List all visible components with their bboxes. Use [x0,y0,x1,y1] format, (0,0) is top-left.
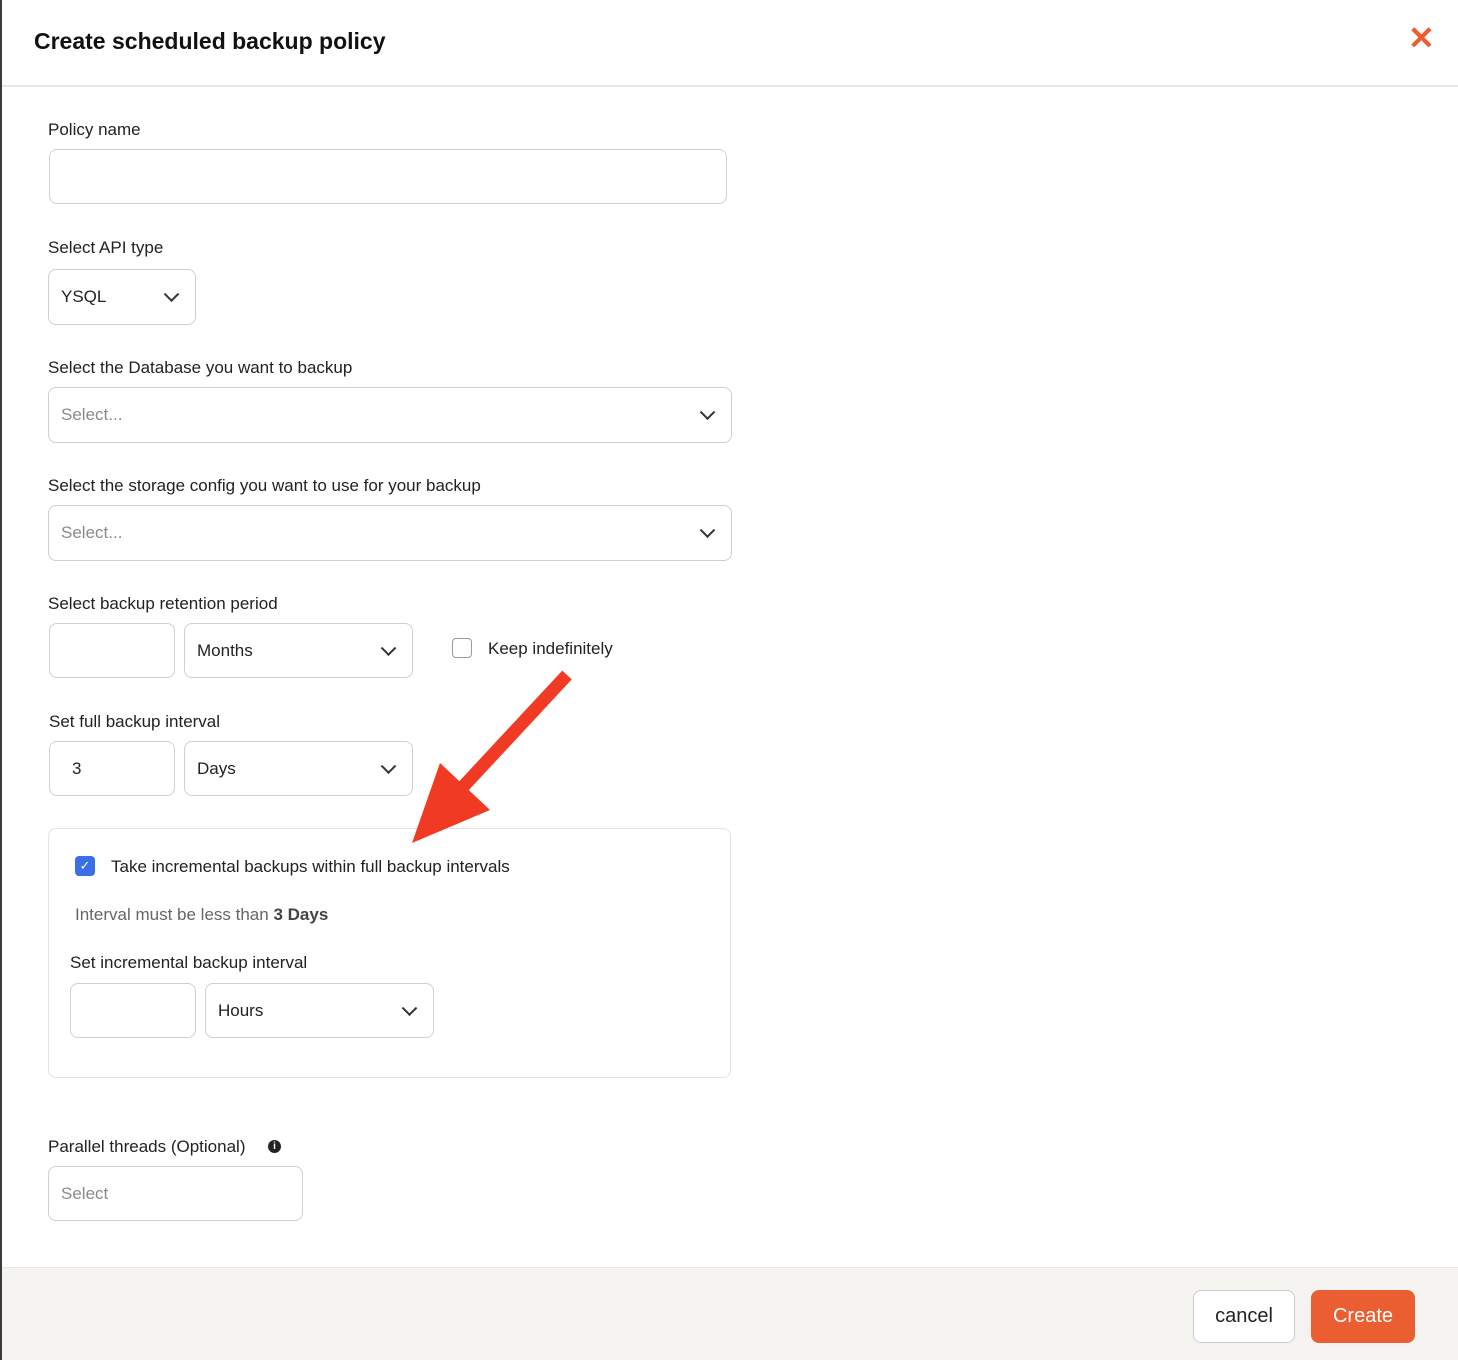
create-button[interactable]: Create [1311,1290,1415,1343]
full-interval-unit-select[interactable]: Days [184,741,413,796]
keep-indefinitely-checkbox[interactable] [452,638,472,658]
check-icon: ✓ [79,858,91,873]
database-label: Select the Database you want to backup [48,358,353,377]
retention-input[interactable] [49,623,175,678]
retention-unit-select[interactable]: Months [184,623,413,678]
keep-indefinitely-label: Keep indefinitely [488,639,613,658]
retention-unit-value: Months [197,640,253,660]
hint-bold: 3 Days [273,905,329,924]
chevron-down-icon [380,757,397,774]
annotation-arrow [412,670,572,843]
full-interval-input[interactable]: 3 [49,741,175,796]
incremental-unit-select[interactable]: Hours [205,983,434,1038]
arrow-shaft [455,670,572,795]
window-edge [0,0,2,1360]
dialog-title: Create scheduled backup policy [34,28,386,54]
chevron-down-icon [401,999,418,1016]
info-icon[interactable]: i [268,1140,281,1153]
storage-label: Select the storage config you want to us… [48,476,481,495]
database-placeholder: Select... [61,405,123,424]
database-select[interactable]: Select... [48,387,732,443]
policy-name-label: Policy name [48,120,141,139]
close-icon[interactable]: ✕ [1408,22,1435,54]
retention-label: Select backup retention period [48,594,278,613]
cancel-button[interactable]: cancel [1193,1290,1295,1343]
parallel-threads-label: Parallel threads (Optional) [48,1137,246,1156]
parallel-threads-placeholder: Select [61,1183,109,1203]
incremental-hint: Interval must be less than 3 Days [75,905,328,925]
incremental-interval-label: Set incremental backup interval [70,953,308,972]
storage-placeholder: Select... [61,523,123,542]
incremental-checkbox-label: Take incremental backups within full bac… [111,857,510,876]
chevron-down-icon [699,404,716,421]
full-interval-label: Set full backup interval [49,712,221,731]
chevron-down-icon [699,522,716,539]
dialog-header: Create scheduled backup policy ✕ [2,0,1458,87]
chevron-down-icon [380,639,397,656]
chevron-down-icon [163,286,180,303]
hint-text: Interval must be less than [75,905,269,924]
policy-name-input[interactable] [49,149,727,204]
api-type-select[interactable]: YSQL [48,269,196,325]
api-type-label: Select API type [48,238,164,257]
incremental-interval-input[interactable] [70,983,196,1038]
storage-select[interactable]: Select... [48,505,732,561]
incremental-checkbox[interactable]: ✓ [75,856,95,876]
api-type-value: YSQL [61,287,107,306]
full-interval-unit-value: Days [197,758,236,778]
parallel-threads-select[interactable]: Select [48,1166,303,1221]
incremental-unit-value: Hours [218,1000,264,1020]
